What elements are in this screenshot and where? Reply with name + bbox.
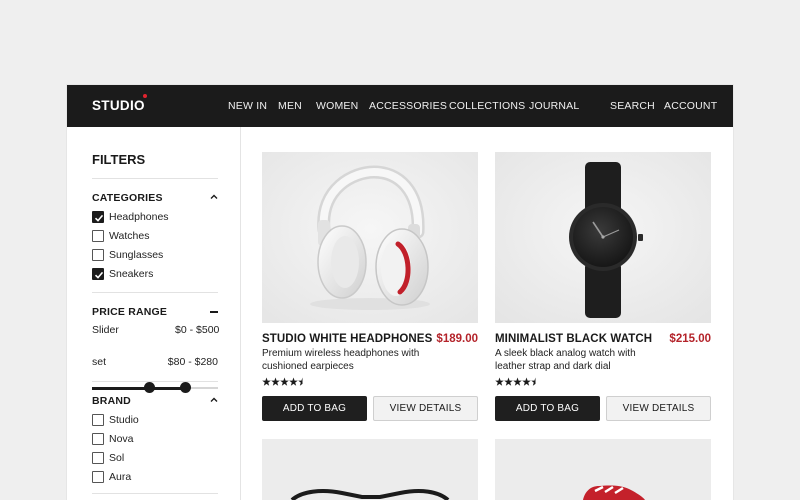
- brand-studio-checkbox[interactable]: Studio: [92, 414, 222, 427]
- checkbox-label: Sneakers: [109, 268, 154, 280]
- product-image-sunglasses[interactable]: [262, 439, 478, 500]
- checkbox-unchecked[interactable]: [92, 433, 104, 445]
- checkbox-checked[interactable]: [92, 268, 104, 280]
- nav-accessories[interactable]: ACCESSORIES: [369, 100, 447, 112]
- shop-window: STUDIO NEW IN MEN WOMEN ACCESSORIES COLL…: [67, 85, 733, 500]
- nav-collections[interactable]: COLLECTIONS: [449, 100, 525, 112]
- brand-nova-checkbox[interactable]: Nova: [92, 433, 222, 446]
- watch-image: [495, 152, 711, 323]
- nav-account[interactable]: ACCOUNT: [664, 100, 717, 112]
- checkbox-checked[interactable]: [92, 211, 104, 223]
- checkbox-label: Sunglasses: [109, 249, 164, 261]
- nav-search[interactable]: SEARCH: [610, 100, 655, 112]
- price-slider-fill: [92, 386, 185, 390]
- nav-women[interactable]: WOMEN: [316, 100, 358, 112]
- view-details-button[interactable]: VIEW DETAILS: [606, 396, 711, 421]
- filters-title: FILTERS: [92, 152, 146, 167]
- checkbox-label: Sol: [109, 452, 125, 464]
- checkbox-unchecked[interactable]: [92, 471, 104, 483]
- chevron-up-icon[interactable]: [209, 192, 219, 202]
- nav-new-in[interactable]: NEW IN: [228, 100, 267, 112]
- checkbox-label: Studio: [109, 414, 139, 426]
- checkbox-unchecked[interactable]: [92, 230, 104, 242]
- checkbox-label: Aura: [109, 471, 132, 483]
- price-set-range: $80 - $280: [167, 356, 218, 368]
- rating-stars-icon: [262, 377, 303, 386]
- checkbox-unchecked[interactable]: [92, 249, 104, 261]
- categories-title: CATEGORIES: [92, 192, 163, 204]
- add-to-bag-button[interactable]: ADD TO BAG: [495, 396, 600, 421]
- category-sunglasses-checkbox[interactable]: Sunglasses: [92, 249, 222, 262]
- product-image-sneakers[interactable]: [495, 439, 711, 500]
- sunglasses-image: [262, 439, 478, 500]
- brand-sol-checkbox[interactable]: Sol: [92, 452, 222, 465]
- slider-label: Slider: [92, 324, 119, 336]
- checkbox-unchecked[interactable]: [92, 452, 104, 464]
- rating-stars-icon: [495, 377, 536, 386]
- sneakers-image: [495, 439, 711, 500]
- headphones-image: [262, 152, 478, 323]
- nav-men[interactable]: MEN: [278, 100, 302, 112]
- divider: [92, 178, 218, 179]
- checkbox-label: Watches: [109, 230, 150, 242]
- checkbox-unchecked[interactable]: [92, 414, 104, 426]
- product-description: Premium wireless headphones with cushion…: [262, 348, 420, 372]
- check-icon: [94, 271, 104, 279]
- set-label: set: [92, 356, 107, 368]
- divider: [92, 292, 218, 293]
- product-price: $215.00: [669, 333, 711, 345]
- category-headphones-checkbox[interactable]: Headphones: [92, 211, 222, 224]
- nav-journal[interactable]: JOURNAL: [529, 100, 579, 112]
- brand-aura-checkbox[interactable]: Aura: [92, 471, 222, 484]
- product-title[interactable]: MINIMALIST BLACK WATCH: [495, 333, 652, 345]
- divider: [92, 493, 218, 494]
- top-navigation-bar: STUDIO NEW IN MEN WOMEN ACCESSORIES COLL…: [67, 85, 733, 127]
- price-range-title: PRICE RANGE: [92, 306, 168, 318]
- brand-accent-dot: [143, 94, 147, 98]
- product-price: $189.00: [436, 333, 478, 345]
- check-icon: [94, 214, 104, 222]
- view-details-button[interactable]: VIEW DETAILS: [373, 396, 478, 421]
- category-watches-checkbox[interactable]: Watches: [92, 230, 222, 243]
- price-slider-max-handle[interactable]: [180, 382, 191, 393]
- product-description: A sleek black analog watch with leather …: [495, 348, 636, 372]
- collapse-minus-icon[interactable]: [210, 311, 218, 313]
- chevron-up-icon[interactable]: [209, 395, 219, 405]
- price-full-range: $0 - $500: [175, 324, 220, 336]
- add-to-bag-button[interactable]: ADD TO BAG: [262, 396, 367, 421]
- checkbox-label: Headphones: [109, 211, 169, 223]
- category-sneakers-checkbox[interactable]: Sneakers: [92, 268, 222, 281]
- product-image-watch[interactable]: [495, 152, 711, 323]
- filters-sidebar: FILTERS CATEGORIES Headphones Watches Su…: [67, 127, 241, 500]
- price-slider-min-handle[interactable]: [144, 382, 155, 393]
- divider: [92, 381, 218, 382]
- product-title[interactable]: STUDIO WHITE HEADPHONES: [262, 333, 432, 345]
- checkbox-label: Nova: [109, 433, 134, 445]
- product-image-headphones[interactable]: [262, 152, 478, 323]
- brand-title: BRAND: [92, 395, 131, 407]
- brand-logo[interactable]: STUDIO: [92, 98, 145, 113]
